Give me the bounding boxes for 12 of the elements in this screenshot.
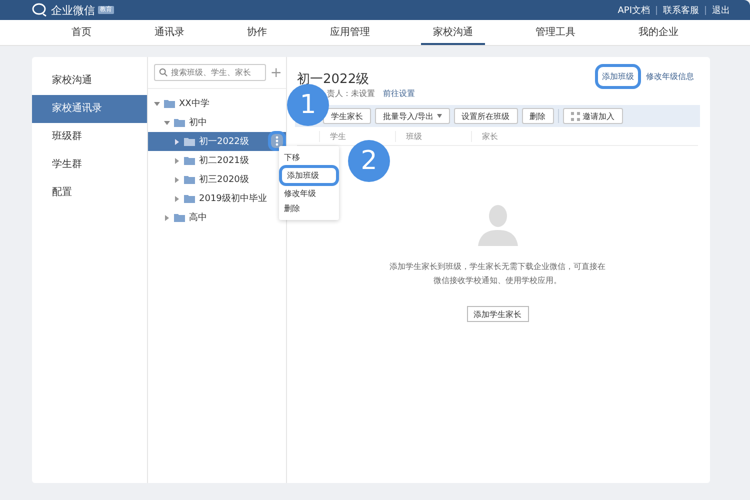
logo-text: 企业微信 bbox=[51, 2, 95, 18]
tree-label: 初中 bbox=[189, 116, 207, 129]
empty-message: 添加学生家长到班级，学生家长无需下载企业微信，可直接在微信接收学校通知、使用学校应用。 bbox=[388, 261, 606, 287]
tree-label: XX中学 bbox=[179, 98, 210, 110]
owner-label: 责人：未设置 bbox=[327, 88, 375, 99]
tree-label: 初二2021级 bbox=[199, 154, 249, 167]
tree-label: 初一2022级 bbox=[199, 136, 249, 148]
tree-label: 2019级初中毕业 bbox=[199, 192, 267, 205]
tree-label: 高中 bbox=[189, 212, 207, 224]
column-header: 家长 bbox=[471, 130, 498, 142]
column-header: 班级 bbox=[395, 130, 471, 142]
tree-label: 初三2020级 bbox=[199, 174, 249, 186]
